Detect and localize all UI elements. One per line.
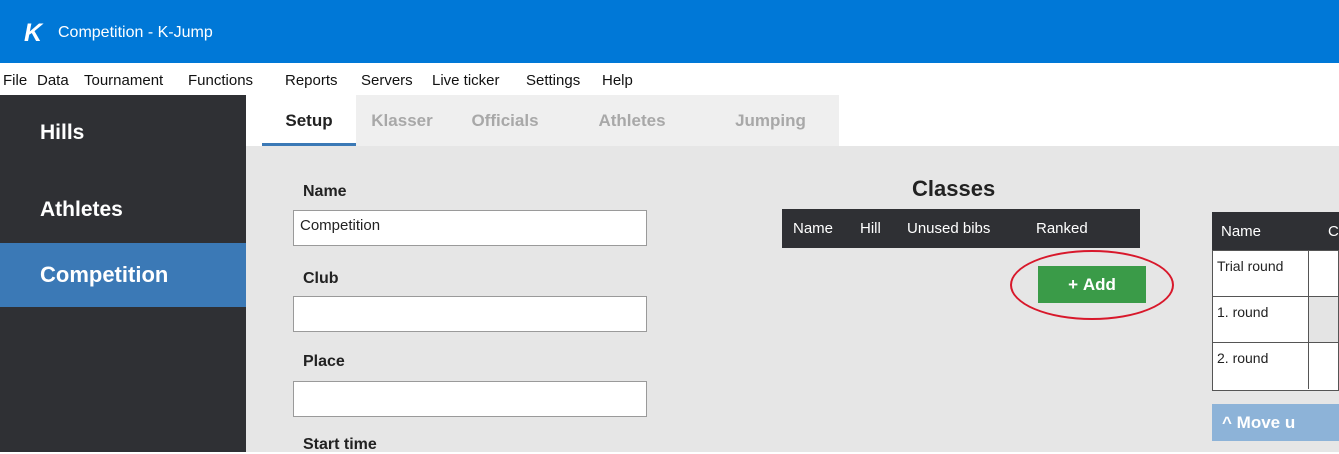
- classes-col-name[interactable]: Name: [793, 220, 833, 237]
- round-name-cell[interactable]: 2. round: [1213, 343, 1309, 389]
- chevron-up-icon: ^: [1222, 413, 1232, 432]
- round-name-cell[interactable]: Trial round: [1213, 251, 1309, 296]
- rounds-table: Trial round 1. round 2. round: [1212, 250, 1339, 391]
- tab-athletes[interactable]: Athletes: [562, 95, 702, 146]
- place-field[interactable]: [293, 381, 647, 417]
- menu-data[interactable]: Data: [37, 71, 69, 91]
- move-up-button[interactable]: ^ Move u: [1212, 404, 1339, 441]
- classes-col-hill[interactable]: Hill: [860, 220, 881, 237]
- round-c-cell[interactable]: [1309, 297, 1338, 342]
- name-label: Name: [303, 183, 347, 200]
- menu-settings[interactable]: Settings: [526, 71, 580, 91]
- menu-bar: File Data Tournament Functions Reports S…: [0, 66, 1339, 95]
- sidebar-item-athletes[interactable]: Athletes: [0, 178, 246, 242]
- move-up-label: Move u: [1236, 413, 1296, 432]
- round-name-cell[interactable]: 1. round: [1213, 297, 1309, 342]
- tab-klasser[interactable]: Klasser: [356, 95, 448, 146]
- start-time-label: Start time: [303, 436, 377, 453]
- club-field[interactable]: [293, 296, 647, 332]
- highlight-oval: [1010, 250, 1174, 320]
- rounds-col-name[interactable]: Name: [1221, 223, 1261, 240]
- round-c-cell[interactable]: [1309, 343, 1338, 389]
- club-label: Club: [303, 270, 339, 287]
- classes-col-ranked[interactable]: Ranked: [1036, 220, 1088, 237]
- menu-functions[interactable]: Functions: [188, 71, 253, 91]
- tab-setup[interactable]: Setup: [262, 95, 356, 146]
- sidebar: Hills Athletes Competition: [0, 95, 246, 452]
- sidebar-item-hills[interactable]: Hills: [0, 101, 246, 165]
- place-label: Place: [303, 353, 345, 370]
- main-panel: Setup Klasser Officials Athletes Jumping…: [246, 95, 1339, 453]
- rounds-col-c[interactable]: C: [1328, 223, 1339, 240]
- menu-file[interactable]: File: [3, 71, 27, 91]
- menu-servers[interactable]: Servers: [361, 71, 413, 91]
- tab-jumping[interactable]: Jumping: [702, 95, 839, 146]
- tab-bar: Setup Klasser Officials Athletes Jumping: [246, 95, 1339, 146]
- classes-table-header: Name Hill Unused bibs Ranked: [782, 209, 1140, 248]
- round-c-cell[interactable]: [1309, 251, 1338, 296]
- menu-reports[interactable]: Reports: [285, 71, 338, 91]
- classes-title: Classes: [912, 176, 996, 201]
- menu-help[interactable]: Help: [602, 71, 633, 91]
- menu-tournament[interactable]: Tournament: [84, 71, 163, 91]
- app-logo-icon: K: [24, 19, 43, 47]
- title-bar: K Competition - K-Jump: [0, 0, 1339, 66]
- tab-strip: Setup Klasser Officials Athletes Jumping: [262, 95, 839, 146]
- sidebar-item-competition[interactable]: Competition: [0, 243, 246, 307]
- table-row[interactable]: Trial round: [1213, 251, 1338, 297]
- menu-live-ticker[interactable]: Live ticker: [432, 71, 500, 91]
- classes-col-unused-bibs[interactable]: Unused bibs: [907, 220, 990, 237]
- tab-officials[interactable]: Officials: [448, 95, 562, 146]
- name-field[interactable]: Competition: [293, 210, 647, 246]
- window-title: Competition - K-Jump: [58, 24, 213, 41]
- table-row[interactable]: 1. round: [1213, 297, 1338, 343]
- rounds-table-header: Name C: [1212, 212, 1339, 250]
- table-row[interactable]: 2. round: [1213, 343, 1338, 389]
